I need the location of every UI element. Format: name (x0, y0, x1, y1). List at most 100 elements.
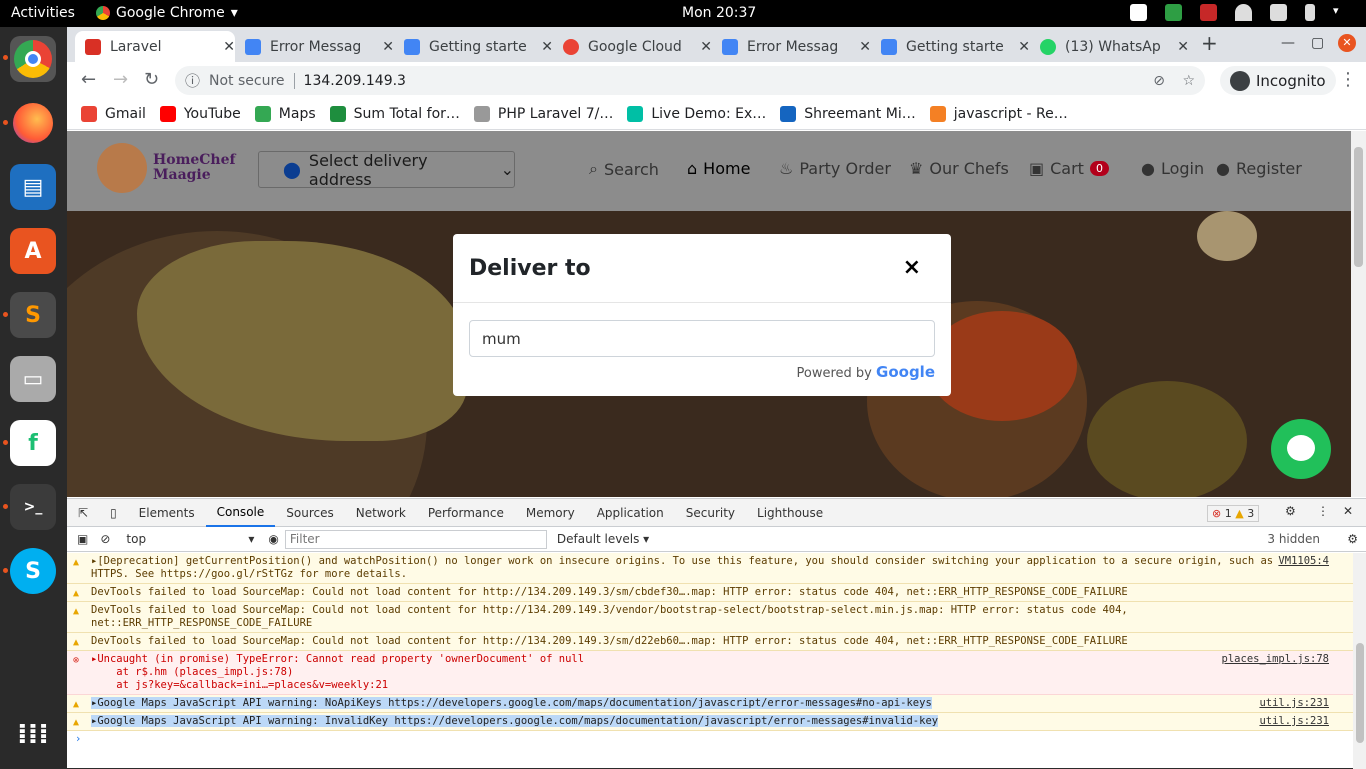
close-icon[interactable]: ✕ (700, 39, 712, 55)
bookmark-sum-total[interactable]: Sum Total for… (329, 105, 460, 122)
console-filter-input[interactable]: Filter (284, 529, 547, 549)
settings-icon[interactable]: ⚙ (1347, 532, 1358, 546)
console-message-warn[interactable]: ▲ DevTools failed to load SourceMap: Coul… (67, 602, 1353, 633)
sidebar-toggle-icon[interactable]: ▣ (77, 532, 88, 546)
extension-icon[interactable] (1165, 4, 1182, 21)
power-menu-icon[interactable]: ▾ (1333, 4, 1350, 21)
eye-off-icon[interactable]: ⊘ (1153, 73, 1165, 89)
nav-our-chefs[interactable]: ♛ Our Chefs (909, 159, 1009, 178)
tab-lighthouse[interactable]: Lighthouse (746, 499, 834, 527)
tab-network[interactable]: Network (345, 499, 417, 527)
maximize-button[interactable]: ▢ (1311, 35, 1324, 51)
chat-button[interactable] (1271, 419, 1331, 479)
tab-error-messages[interactable]: Error Messag ✕ (235, 31, 394, 62)
nav-cart[interactable]: ▣ Cart 0 (1029, 159, 1109, 178)
nav-register[interactable]: ● Register (1216, 159, 1302, 178)
close-icon[interactable]: ✕ (223, 39, 235, 55)
device-toolbar-icon[interactable]: ▯ (99, 499, 128, 527)
close-icon[interactable]: ✕ (382, 39, 394, 55)
console-source-link[interactable]: VM1105:4 (1278, 555, 1329, 568)
incognito-indicator[interactable]: Incognito (1220, 66, 1336, 95)
console-prompt[interactable]: › (67, 731, 1353, 747)
tab-google-cloud[interactable]: Google Cloud ✕ (553, 31, 712, 62)
page-scrollbar[interactable] (1351, 131, 1366, 497)
tab-performance[interactable]: Performance (417, 499, 515, 527)
bookmark-gmail[interactable]: Gmail (81, 105, 146, 122)
files-dock-icon[interactable]: ▭ (10, 356, 56, 402)
close-window-button[interactable]: ✕ (1338, 34, 1356, 52)
settings-icon[interactable]: ⚙ (1285, 504, 1296, 518)
writer-dock-icon[interactable]: ▤ (10, 164, 56, 210)
log-levels-dropdown[interactable]: Default levels ▾ (557, 532, 649, 546)
wifi-icon[interactable] (1235, 4, 1252, 21)
kebab-menu-icon[interactable]: ⋮ (1317, 504, 1329, 518)
clock[interactable]: Mon 20:37 (682, 5, 756, 21)
tab-getting-started[interactable]: Getting starte ✕ (394, 31, 553, 62)
tab-application[interactable]: Application (586, 499, 675, 527)
new-tab-button[interactable]: + (1201, 31, 1218, 55)
bookmark-star-icon[interactable]: ☆ (1182, 73, 1195, 89)
bookmark-shreemant[interactable]: Shreemant Mi… (780, 105, 916, 122)
console-source-link[interactable]: util.js:231 (1259, 697, 1329, 710)
app-indicator-icon[interactable] (1200, 4, 1217, 21)
bookmark-javascript[interactable]: javascript - Re… (929, 105, 1068, 122)
bookmark-maps[interactable]: Maps (254, 105, 316, 122)
firefox-dock-icon[interactable] (10, 100, 56, 146)
kebab-menu-icon[interactable]: ⋮ (1339, 69, 1357, 90)
terminal-dock-icon[interactable]: >_ (10, 484, 56, 530)
console-output[interactable]: ▲ ▸[Deprecation] getCurrentPosition() and… (67, 553, 1353, 769)
nav-party-order[interactable]: ♨ Party Order (779, 159, 891, 178)
tab-elements[interactable]: Elements (128, 499, 206, 527)
address-bar[interactable]: ⓘ Not secure 134.209.149.3 ⊘ ☆ (175, 66, 1205, 95)
close-icon[interactable]: ✕ (859, 39, 871, 55)
clear-console-icon[interactable]: ⊘ (100, 532, 110, 546)
console-message-err[interactable]: ⊗ ▸Uncaught (in promise) TypeError: Canno… (67, 651, 1353, 695)
bookmark-php-laravel[interactable]: PHP Laravel 7/… (473, 105, 613, 122)
minimize-button[interactable]: — (1281, 35, 1295, 51)
nav-search[interactable]: ⌕ Search (589, 159, 659, 179)
tab-error-messages-2[interactable]: Error Messag ✕ (712, 31, 871, 62)
messaging-dock-icon[interactable]: f (10, 420, 56, 466)
system-tray[interactable]: ▾ (1130, 4, 1350, 21)
tab-laravel[interactable]: Laravel ✕ (75, 31, 235, 62)
volume-icon[interactable] (1270, 4, 1287, 21)
nav-home[interactable]: ⌂ Home (687, 159, 750, 178)
console-message-warn[interactable]: ▲ ▸Google Maps JavaScript API warning: In… (67, 713, 1353, 731)
reload-button[interactable]: ↻ (144, 69, 159, 90)
close-icon[interactable]: ✕ (1018, 39, 1030, 55)
select-delivery-address-button[interactable]: ⬤ Select delivery address ⌄ (258, 151, 515, 189)
activities-button[interactable]: Activities (11, 5, 75, 21)
app-menu[interactable]: Google Chrome ▾ (96, 5, 238, 21)
tab-whatsapp[interactable]: (13) WhatsAp ✕ (1030, 31, 1189, 62)
tab-sources[interactable]: Sources (275, 499, 344, 527)
console-message-warn[interactable]: ▲ DevTools failed to load SourceMap: Coul… (67, 584, 1353, 602)
console-message-warn[interactable]: ▲ DevTools failed to load SourceMap: Coul… (67, 633, 1353, 651)
chrome-dock-icon[interactable] (10, 36, 56, 82)
tab-getting-started-2[interactable]: Getting starte ✕ (871, 31, 1030, 62)
show-apps-icon[interactable]: ⁞⁞⁞ (10, 710, 56, 756)
location-input[interactable]: mum (469, 320, 935, 357)
close-icon[interactable]: × (903, 255, 921, 280)
close-icon[interactable]: ✕ (541, 39, 553, 55)
console-scrollbar[interactable] (1353, 553, 1366, 769)
skype-dock-icon[interactable]: S (10, 548, 56, 594)
battery-icon[interactable] (1305, 4, 1315, 21)
sublime-dock-icon[interactable]: S (10, 292, 56, 338)
console-message-warn[interactable]: ▲ ▸Google Maps JavaScript API warning: No… (67, 695, 1353, 713)
url-text[interactable]: 134.209.149.3 (304, 73, 406, 89)
console-source-link[interactable]: places_impl.js:78 (1222, 653, 1329, 666)
console-message-warn[interactable]: ▲ ▸[Deprecation] getCurrentPosition() and… (67, 553, 1353, 584)
console-source-link[interactable]: util.js:231 (1259, 715, 1329, 728)
inspect-element-icon[interactable]: ⇱ (67, 499, 99, 527)
site-logo[interactable]: HomeChef Maagie (97, 143, 236, 193)
software-center-dock-icon[interactable]: A (10, 228, 56, 274)
tab-console[interactable]: Console (205, 499, 276, 527)
issue-counter[interactable]: ⊗ 1 ▲ 3 (1207, 505, 1260, 522)
back-button[interactable]: ← (81, 69, 96, 90)
bookmark-youtube[interactable]: YouTube (159, 105, 241, 122)
notification-icon[interactable] (1130, 4, 1147, 21)
tab-security[interactable]: Security (675, 499, 746, 527)
close-icon[interactable]: ✕ (1343, 504, 1353, 518)
bookmark-live-demo[interactable]: Live Demo: Ex… (627, 105, 766, 122)
context-selector[interactable]: top ▾ (126, 532, 254, 546)
